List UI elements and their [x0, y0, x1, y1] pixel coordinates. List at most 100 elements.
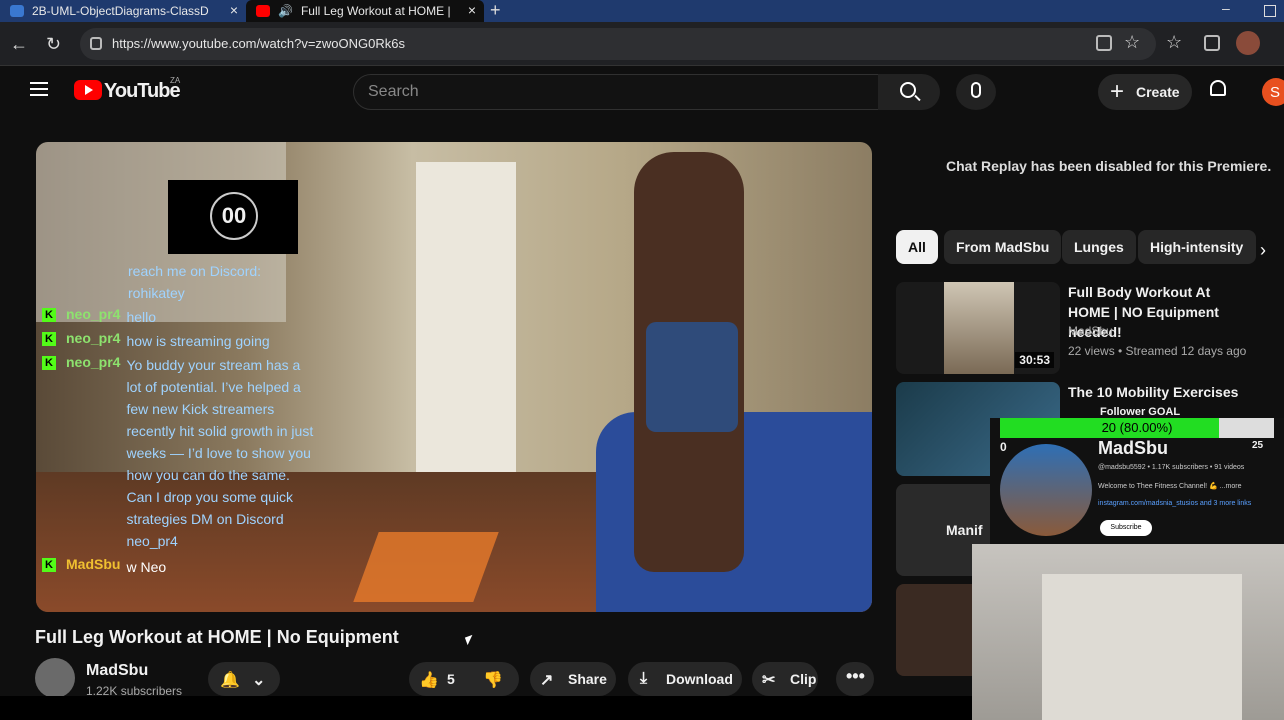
- goal-channel-name: MadSbu: [1098, 438, 1168, 458]
- youtube-logo-icon[interactable]: [74, 80, 102, 100]
- plus-icon: +: [1110, 78, 1125, 105]
- timer-value: 00: [210, 192, 258, 240]
- door: [416, 162, 516, 482]
- webcam-overlay: [972, 544, 1284, 720]
- tab-close-icon[interactable]: ×: [230, 2, 238, 18]
- chip-from-madsbu[interactable]: From MadSbu: [944, 230, 1062, 264]
- mic-icon: [971, 82, 981, 98]
- chat-line: K neo_pr4 Yo buddy your stream has a lot…: [42, 354, 316, 552]
- reload-icon[interactable]: ↻: [46, 34, 61, 55]
- light-glow: [353, 532, 499, 602]
- speaker-icon[interactable]: 🔊: [278, 4, 293, 18]
- video-title: Full Leg Workout at HOME | No Equipment: [35, 627, 399, 647]
- more-vert-icon[interactable]: ⋮: [1278, 384, 1284, 401]
- goal-channel-handle: @madsbu5592 • 1.17K subscribers • 91 vid…: [1098, 464, 1245, 471]
- favorites-icon[interactable]: ☆: [1166, 32, 1182, 53]
- channel-name[interactable]: MadSbu: [86, 662, 148, 680]
- window-minimize-button[interactable]: –: [1222, 0, 1230, 16]
- chevron-down-icon: ⌄: [252, 672, 266, 689]
- url-field[interactable]: https://www.youtube.com/watch?v=zwoONG0R…: [80, 28, 1156, 60]
- chat-line: K neo_pr4 how is streaming going: [42, 330, 316, 352]
- share-label: Share: [568, 671, 607, 687]
- bell-icon: 🔔: [220, 672, 240, 689]
- chat-message: how is streaming going: [126, 333, 270, 349]
- like-button[interactable]: 👍 5 👎: [409, 662, 519, 696]
- tab-close-icon[interactable]: ×: [468, 2, 476, 18]
- chip-lunges[interactable]: Lunges: [1062, 230, 1136, 264]
- chevron-right-icon[interactable]: ›: [1260, 240, 1266, 261]
- back-arrow-icon[interactable]: ←: [10, 34, 28, 55]
- create-label: Create: [1136, 84, 1180, 100]
- goal-max: 25: [1252, 440, 1264, 451]
- youtube-favicon-icon: [256, 5, 270, 17]
- search-button[interactable]: [878, 74, 940, 110]
- chat-message: reach me on Discord: rohikatey: [128, 263, 262, 301]
- chat-line: K MadSbu w Neo: [42, 556, 316, 578]
- new-tab-button[interactable]: +: [490, 0, 501, 21]
- notification-settings-button[interactable]: 🔔 ⌄: [208, 662, 280, 696]
- create-button[interactable]: + Create: [1098, 74, 1192, 110]
- kick-badge-icon: K: [42, 332, 56, 346]
- window: [1042, 574, 1242, 720]
- extensions-icon[interactable]: [1204, 35, 1220, 51]
- more-vert-icon[interactable]: ⋮: [1278, 284, 1284, 301]
- chat-username: neo_pr4: [66, 330, 121, 346]
- follower-goal-progress: 20 (80.00%): [1000, 418, 1274, 438]
- browser-tab-uml[interactable]: 2B-UML-ObjectDiagrams-ClassD ×: [0, 0, 246, 22]
- chat-line: K neo_pr4 hello: [42, 306, 316, 328]
- follower-goal-label: Follower GOAL: [1100, 406, 1181, 418]
- channel-avatar: [1000, 444, 1092, 536]
- chat-message: hello: [126, 309, 157, 325]
- mouse-cursor-icon: [464, 634, 476, 646]
- kick-badge-icon: K: [42, 356, 56, 370]
- window-maximize-button[interactable]: [1264, 5, 1276, 17]
- browser-tab-youtube[interactable]: 🔊 Full Leg Workout at HOME | ×: [246, 0, 484, 22]
- shorts: [646, 322, 738, 432]
- scissors-icon: ✂: [762, 672, 776, 689]
- clip-button[interactable]: ✂ Clip: [752, 662, 818, 696]
- tab-title: 2B-UML-ObjectDiagrams-ClassD: [32, 4, 209, 18]
- chat-username: MadSbu: [66, 556, 121, 572]
- voice-search-button[interactable]: [956, 74, 996, 110]
- chat-username: neo_pr4: [66, 306, 121, 322]
- youtube-logo-text[interactable]: YouTube: [104, 80, 181, 103]
- download-button[interactable]: ⤓ Download: [628, 662, 742, 696]
- related-video-channel[interactable]: MadSbu: [1068, 324, 1113, 338]
- country-code: ZA: [170, 76, 181, 85]
- lock-icon[interactable]: [90, 37, 102, 50]
- channel-avatar[interactable]: [35, 658, 75, 698]
- video-player[interactable]: 00 reach me on Discord: rohikatey K neo_…: [36, 142, 872, 612]
- chip-high-intensity[interactable]: High-intensity: [1138, 230, 1256, 264]
- chat-replay-notice: Chat Replay has been disabled for this P…: [946, 158, 1272, 174]
- browser-address-bar: ← ↻ https://www.youtube.com/watch?v=zwoO…: [0, 22, 1284, 66]
- star-icon[interactable]: ☆: [1124, 32, 1140, 53]
- more-actions-button[interactable]: •••: [836, 662, 874, 696]
- kick-badge-icon: K: [42, 558, 56, 572]
- share-button[interactable]: ↗ Share: [530, 662, 616, 696]
- goal-min: 0: [1000, 440, 1007, 454]
- related-video-title[interactable]: The 10 Mobility Exercises I've Done For …: [1068, 382, 1254, 404]
- video-duration: 30:53: [1015, 352, 1054, 368]
- search-input[interactable]: Search: [353, 74, 879, 110]
- video-thumbnail[interactable]: 30:53: [896, 282, 1060, 374]
- browser-tab-bar: 2B-UML-ObjectDiagrams-ClassD × 🔊 Full Le…: [0, 0, 1284, 22]
- like-count: 5: [447, 671, 455, 687]
- timer-overlay: 00: [168, 180, 298, 254]
- chat-message: w Neo: [126, 559, 167, 575]
- goal-channel-links: instagram.com/madsnia_stusios and 3 more…: [1098, 500, 1252, 507]
- url-text[interactable]: https://www.youtube.com/watch?v=zwoONG0R…: [112, 36, 405, 51]
- notifications-bell-icon[interactable]: [1208, 78, 1230, 102]
- thumbs-up-icon: 👍: [419, 672, 439, 689]
- thumbnail-text: Manif: [946, 522, 983, 538]
- user-avatar[interactable]: S: [1262, 78, 1284, 106]
- chat-line: reach me on Discord: rohikatey: [128, 260, 288, 304]
- chip-all[interactable]: All: [896, 230, 938, 264]
- chat-message: Yo buddy your stream has a lot of potent…: [126, 357, 314, 549]
- chat-username: neo_pr4: [66, 354, 121, 370]
- profile-avatar[interactable]: [1236, 31, 1260, 55]
- apps-icon[interactable]: [1096, 35, 1112, 51]
- clip-label: Clip: [790, 671, 817, 687]
- thumbs-down-icon[interactable]: 👎: [483, 670, 503, 690]
- menu-icon[interactable]: [30, 82, 48, 96]
- download-label: Download: [666, 671, 733, 687]
